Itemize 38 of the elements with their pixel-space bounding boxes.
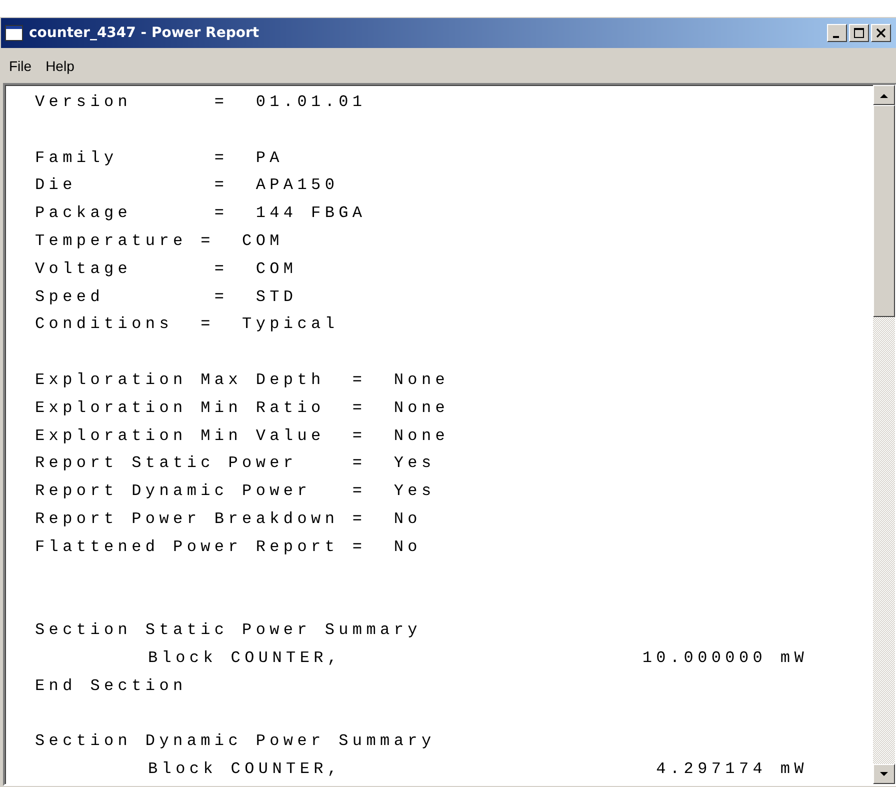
close-button[interactable] — [871, 24, 891, 42]
report-line: Section Static Power Summary — [35, 620, 422, 642]
scroll-down-button[interactable] — [873, 764, 895, 784]
power-value: 4.297174 mW — [656, 759, 808, 780]
close-icon — [876, 28, 886, 38]
minimize-icon — [832, 36, 838, 38]
report-line: Report Static Power = Yes — [35, 453, 436, 474]
report-line: Exploration Min Value = None — [35, 426, 450, 447]
report-line: Speed = STD — [35, 286, 298, 308]
minimize-button[interactable] — [827, 24, 847, 42]
power-value: 10.000000 mW — [642, 648, 808, 669]
window-title: counter_4347 - Power Report — [29, 25, 260, 41]
report-line: Report Power Breakdown = No — [35, 508, 422, 530]
report-line: Report Dynamic Power = Yes — [35, 481, 436, 502]
report-line: Die = APA150 — [35, 175, 340, 196]
maximize-icon — [854, 28, 864, 38]
report-line: Temperature = COM — [35, 230, 284, 252]
menu-item[interactable]: Help — [46, 58, 74, 74]
report-line: Exploration Min Ratio = None — [35, 398, 450, 419]
down-arrow-icon — [880, 772, 888, 776]
report-line: Voltage = COM — [35, 258, 298, 280]
window-icon — [5, 25, 23, 41]
report-line: Exploration Max Depth = None — [35, 370, 450, 391]
vertical-scrollbar[interactable] — [873, 85, 895, 784]
report-line: Flattened Power Report = No — [35, 536, 422, 558]
block-label: Block COUNTER, — [148, 648, 342, 669]
menu-item[interactable]: File — [9, 58, 32, 74]
report-line: Version = 01.01.01 — [35, 92, 368, 113]
scroll-thumb[interactable] — [873, 105, 895, 317]
report-line: Section Dynamic Power Summary — [35, 731, 436, 752]
report-line: End Section — [35, 676, 188, 697]
report-line: Family = PA — [35, 148, 284, 169]
block-label: Block COUNTER, — [148, 759, 342, 780]
scroll-up-button[interactable] — [873, 85, 895, 105]
maximize-button[interactable] — [849, 24, 869, 42]
report-line: Package = 144 FBGA — [35, 203, 368, 224]
up-arrow-icon — [880, 92, 888, 98]
report-line: Conditions = Typical — [35, 314, 340, 336]
